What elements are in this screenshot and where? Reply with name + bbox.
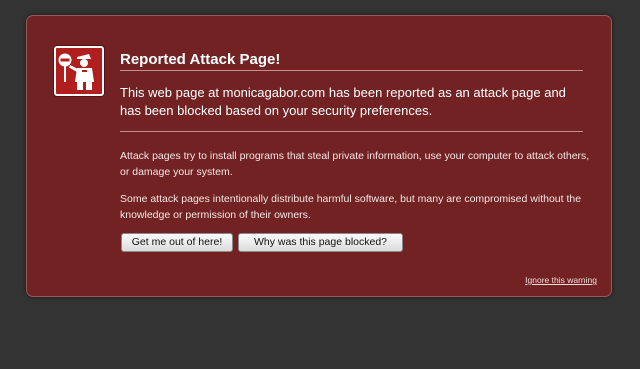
attack-site-guard-icon (54, 46, 104, 96)
section-divider (120, 131, 583, 132)
ignore-warning-link[interactable]: Ignore this warning (525, 275, 597, 285)
warning-panel: Reported Attack Page! This web page at m… (26, 15, 612, 297)
page-title: Reported Attack Page! (120, 51, 281, 68)
lead-message: This web page at monicagabor.com has bee… (120, 85, 566, 118)
get-me-out-button[interactable]: Get me out of here! (121, 233, 233, 252)
page: Reported Attack Page! This web page at m… (0, 0, 640, 369)
title-divider (120, 70, 583, 71)
compromised-description: Some attack pages intentionally distribu… (120, 193, 582, 221)
attack-description: Attack pages try to install programs tha… (120, 150, 590, 178)
why-blocked-button[interactable]: Why was this page blocked? (238, 233, 403, 252)
